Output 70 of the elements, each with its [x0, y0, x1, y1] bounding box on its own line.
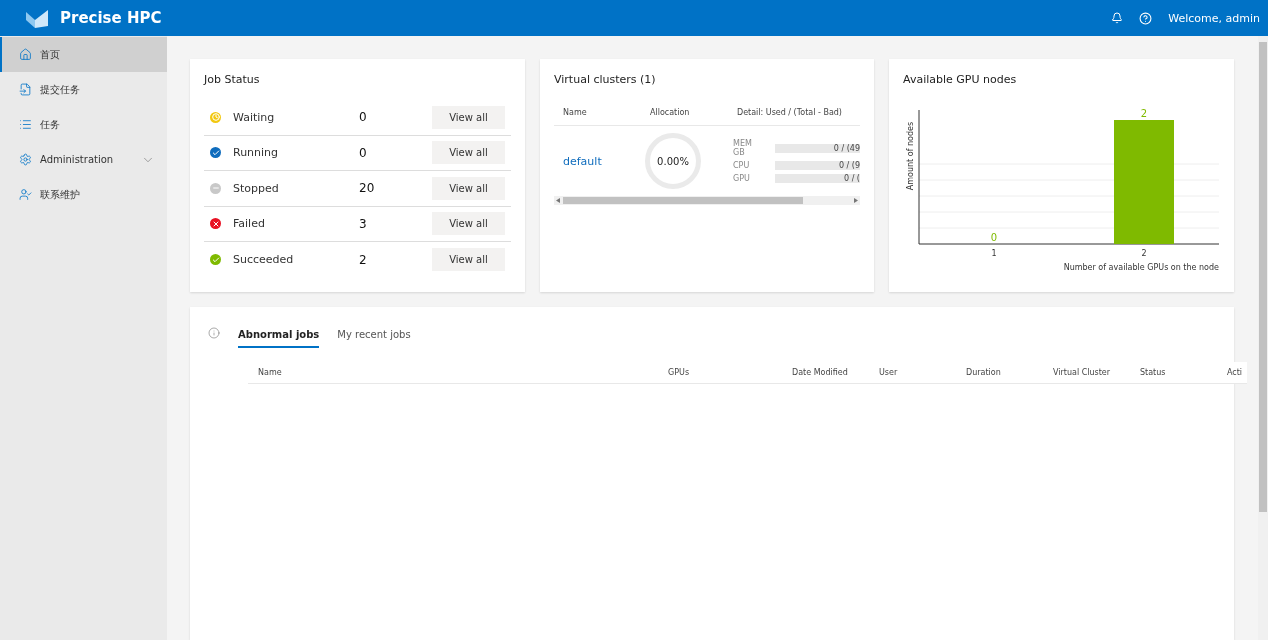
x-tick-label: 2 — [1141, 249, 1147, 258]
status-label: Succeeded — [233, 253, 295, 267]
welcome-text: Welcome, admin — [1168, 11, 1260, 25]
document-icon — [19, 83, 32, 96]
card-title: Virtual clusters (1) — [554, 73, 657, 86]
sidebar-item-label: 首页 — [40, 47, 61, 62]
view-all-button[interactable]: View all — [432, 212, 505, 236]
tab[interactable]: Abnormal jobs — [238, 325, 320, 348]
status-count: 0 — [359, 145, 368, 160]
sidebar-item[interactable]: 任务 — [0, 107, 167, 142]
status-label: Failed — [233, 217, 266, 231]
sidebar-item[interactable]: 提交任务 — [0, 72, 167, 107]
logo-icon — [26, 8, 48, 28]
column-header: GPUs — [667, 368, 691, 377]
settings-icon — [19, 153, 32, 166]
home-icon — [19, 48, 32, 61]
usage-value: 0 / (9 — [838, 161, 860, 170]
scroll-left-icon[interactable] — [556, 198, 560, 203]
usage-value: 0 / ( — [844, 174, 860, 183]
scroll-right-icon[interactable] — [854, 198, 858, 203]
status-label: Running — [233, 146, 280, 160]
status-label: Stopped — [233, 181, 280, 195]
x-tick-label: 1 — [991, 249, 997, 258]
column-header: Allocation — [650, 108, 691, 117]
vertical-scrollbar[interactable] — [1258, 36, 1268, 640]
notification-icon[interactable] — [1111, 12, 1124, 24]
column-header: User — [878, 368, 899, 377]
bar-value-label: 2 — [1140, 108, 1148, 119]
sidebar-item-label: 提交任务 — [40, 82, 81, 97]
status-count: 0 — [359, 110, 368, 125]
column-header: Acti — [1226, 368, 1244, 377]
view-all-button[interactable]: View all — [432, 105, 505, 129]
resource-label: GPU — [733, 174, 751, 183]
resource-label: CPU — [733, 161, 751, 170]
column-header: Virtual Cluster — [1052, 368, 1112, 377]
view-all-button[interactable]: View all — [432, 141, 505, 165]
resource-label: MEM GB — [733, 139, 753, 157]
person-icon — [19, 188, 32, 201]
help-icon[interactable] — [1139, 11, 1153, 25]
column-header: Date Modified — [791, 368, 849, 377]
list-icon — [19, 118, 32, 131]
sidebar-item[interactable]: 联系维护 — [0, 177, 167, 212]
status-count: 3 — [359, 216, 368, 231]
column-header: Name — [563, 108, 588, 117]
card-title: Available GPU nodes — [903, 73, 1018, 86]
tab[interactable]: My recent jobs — [337, 325, 411, 348]
cluster-link[interactable]: default — [563, 154, 645, 168]
allocation-value: 0.00% — [657, 155, 689, 167]
column-header: Detail: Used / (Total - Bad) — [737, 108, 843, 117]
info-icon[interactable] — [208, 327, 220, 339]
x-axis-label: Number of available GPUs on the node — [1063, 263, 1219, 272]
y-axis-label: Amount of nodes — [906, 121, 915, 191]
sidebar-item[interactable]: 首页 — [0, 37, 167, 72]
card-title: Job Status — [204, 73, 261, 86]
sidebar-item-label: 任务 — [40, 117, 61, 132]
sidebar-item-label: 联系维护 — [40, 187, 81, 202]
bar-value-label: 0 — [990, 232, 998, 243]
app-title: Precise HPC — [60, 9, 163, 27]
status-count: 20 — [359, 181, 376, 196]
column-header: Duration — [965, 368, 1002, 377]
view-all-button[interactable]: View all — [432, 176, 505, 200]
status-count: 2 — [359, 252, 368, 267]
status-label: Waiting — [233, 110, 276, 124]
usage-value: 0 / (49 — [833, 143, 860, 153]
horizontal-scrollbar[interactable] — [554, 196, 860, 205]
sidebar-item[interactable]: Administration — [0, 142, 167, 177]
view-all-button[interactable]: View all — [432, 248, 505, 272]
sidebar-item-label: Administration — [40, 154, 115, 165]
column-header: Status — [1139, 368, 1167, 377]
column-header: Name — [257, 368, 283, 377]
